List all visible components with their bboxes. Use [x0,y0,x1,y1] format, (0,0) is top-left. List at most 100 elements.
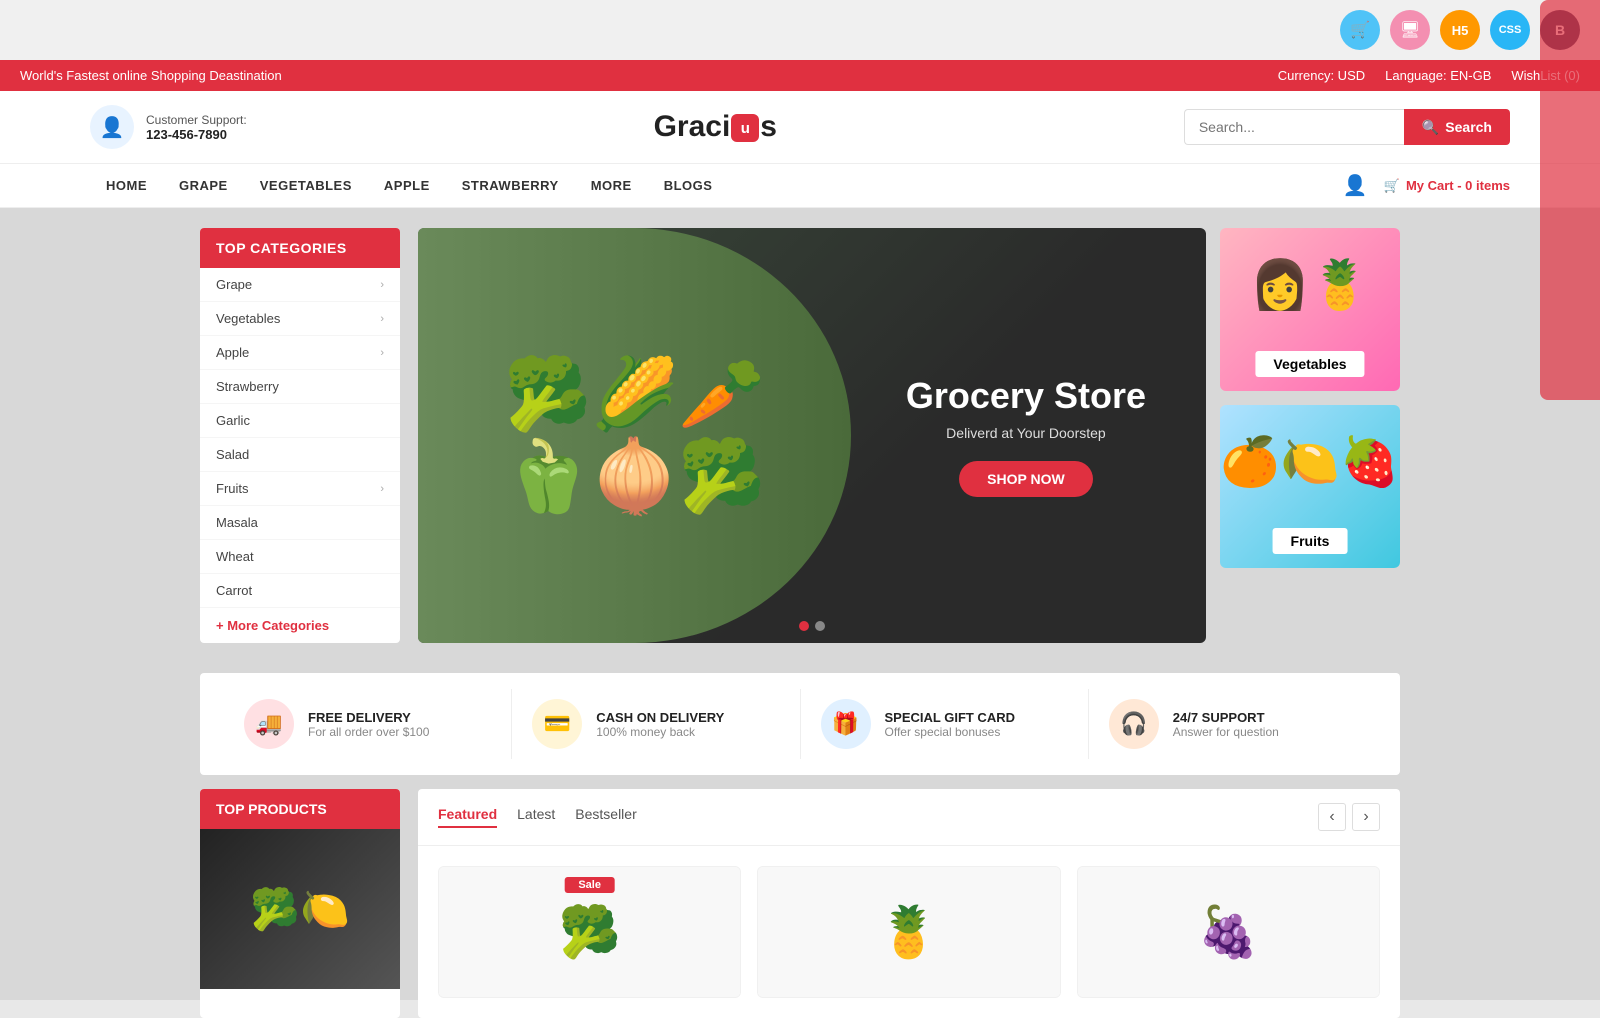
header-left: 👤 Customer Support: 123-456-7890 [90,105,247,149]
sidebar-item-vegetables[interactable]: Vegetables › [200,302,400,336]
more-categories-link[interactable]: + More Categories [200,608,400,643]
products-tabs: Featured Latest Bestseller [438,806,637,828]
chevron-right-icon: › [380,347,384,359]
tab-latest[interactable]: Latest [517,806,555,828]
nav-vegetables[interactable]: VEGETABLES [244,164,368,207]
sidebar-item-label: Masala [216,515,258,530]
search-input[interactable] [1184,109,1404,145]
header: 👤 Customer Support: 123-456-7890 Gracius… [0,91,1600,164]
feature-subtitle: For all order over $100 [308,725,429,739]
hero-title: Grocery Store [906,375,1146,417]
nav-strawberry[interactable]: STRAWBERRY [446,164,575,207]
h5-icon-circle[interactable]: H5 [1440,10,1480,50]
support-text: Customer Support: 123-456-7890 [146,113,247,142]
center-logo[interactable]: Gracius [654,110,777,144]
cart-label: My Cart - 0 items [1406,178,1510,193]
cart-icon-circle[interactable]: 🛒 [1340,10,1380,50]
nav-grape[interactable]: GRAPE [163,164,244,207]
sidebar-title: TOP CATEGORIES [200,228,400,268]
language-selector[interactable]: Language: EN-GB [1385,68,1491,83]
top-bar: World's Fastest online Shopping Deastina… [0,60,1600,91]
sidebar-item-garlic[interactable]: Garlic [200,404,400,438]
sidebar-item-masala[interactable]: Masala [200,506,400,540]
sidebar-item-label: Strawberry [216,379,279,394]
icons-bar: 🛒 🖥 H5 CSS B [0,0,1600,60]
side-decoration-right [1540,0,1600,400]
nav-links: HOME GRAPE VEGETABLES APPLE STRAWBERRY M… [90,164,728,207]
shop-now-button[interactable]: SHOP NOW [959,461,1093,497]
sidebar-item-label: Apple [216,345,249,360]
sidebar-item-fruits[interactable]: Fruits › [200,472,400,506]
prev-tab-button[interactable]: ‹ [1318,803,1346,831]
account-icon[interactable]: 👤 [1343,173,1368,198]
chevron-right-icon: › [380,483,384,495]
nav-home[interactable]: HOME [90,164,163,207]
feature-free-delivery-text: FREE DELIVERY For all order over $100 [308,710,429,739]
sidebar-item-label: Garlic [216,413,250,428]
hero-dot-1[interactable] [799,621,809,631]
features-strip: 🚚 FREE DELIVERY For all order over $100 … [200,673,1400,775]
monitor-icon-circle[interactable]: 🖥 [1390,10,1430,50]
sidebar-item-label: Salad [216,447,249,462]
search-bar: 🔍 Search [1184,109,1510,145]
tab-featured[interactable]: Featured [438,806,497,828]
sidebar-item-strawberry[interactable]: Strawberry [200,370,400,404]
search-button[interactable]: 🔍 Search [1404,109,1510,145]
feature-cash-delivery: 💳 CASH ON DELIVERY 100% money back [512,689,800,759]
sidebar-item-salad[interactable]: Salad [200,438,400,472]
promo-text: World's Fastest online Shopping Deastina… [20,68,282,83]
nav-blogs[interactable]: BLOGS [648,164,729,207]
products-sidebar-title: TOP PRODUCTS [200,789,400,829]
feature-title: SPECIAL GIFT CARD [885,710,1016,725]
sale-badge-1: Sale [564,877,615,893]
feature-subtitle: Answer for question [1173,725,1279,739]
css-icon-circle[interactable]: CSS [1490,10,1530,50]
nav-right: 👤 🛒 My Cart - 0 items [1343,173,1510,198]
banner-fruits-label: Fruits [1273,528,1348,554]
cart-button[interactable]: 🛒 My Cart - 0 items [1384,178,1510,194]
sidebar-item-grape[interactable]: Grape › [200,268,400,302]
feature-gift-text: SPECIAL GIFT CARD Offer special bonuses [885,710,1016,739]
banner-fruits[interactable]: 🍊🍋🍓 Fruits [1220,405,1400,568]
sidebar-item-label: Vegetables [216,311,280,326]
sidebar: TOP CATEGORIES Grape › Vegetables › Appl… [200,228,400,643]
hero-background: 🥦🌽🥕🫑🧅🥦 Grocery Store Deliverd at Your Do… [418,228,1206,643]
cash-delivery-icon: 💳 [532,699,582,749]
main-content: TOP CATEGORIES Grape › Vegetables › Appl… [200,208,1400,663]
product-card-3[interactable]: 🍇 [1077,866,1380,998]
feature-cash-text: CASH ON DELIVERY 100% money back [596,710,724,739]
product-card-2[interactable]: 🍍 [757,866,1060,998]
hero-food-image: 🥦🌽🥕🫑🧅🥦 [418,228,851,643]
hero-area: 🥦🌽🥕🫑🧅🥦 Grocery Store Deliverd at Your Do… [418,228,1400,643]
hero-text: Grocery Store Deliverd at Your Doorstep … [906,375,1146,497]
products-sidebar: TOP PRODUCTS 🥦🍋 [200,789,400,1018]
product-card-1[interactable]: Sale 🥦 [438,866,741,998]
nav-apple[interactable]: APPLE [368,164,446,207]
products-main: Featured Latest Bestseller ‹ › Sale 🥦 🍍 [418,789,1400,1018]
currency-selector[interactable]: Currency: USD [1278,68,1365,83]
products-section: TOP PRODUCTS 🥦🍋 Featured Latest Bestsell… [200,789,1400,1018]
banner-vegetables[interactable]: 👩🍍 Vegetables [1220,228,1400,391]
feature-support: 🎧 24/7 SUPPORT Answer for question [1089,689,1376,759]
support-icon: 👤 [90,105,134,149]
sidebar-item-carrot[interactable]: Carrot [200,574,400,608]
sidebar-item-wheat[interactable]: Wheat [200,540,400,574]
support-label: Customer Support: [146,113,247,127]
nav: HOME GRAPE VEGETABLES APPLE STRAWBERRY M… [0,164,1600,208]
gift-card-icon: 🎁 [821,699,871,749]
feature-support-text: 24/7 SUPPORT Answer for question [1173,710,1279,739]
feature-free-delivery: 🚚 FREE DELIVERY For all order over $100 [224,689,512,759]
banner-fruits-image: 🍊🍋🍓 [1220,405,1400,490]
nav-more[interactable]: MORE [575,164,648,207]
product-image-2: 🍍 [758,867,1059,997]
hero-dots [799,621,825,631]
next-tab-button[interactable]: › [1352,803,1380,831]
top-bar-right: Currency: USD Language: EN-GB WishList (… [1278,68,1580,83]
feature-subtitle: 100% money back [596,725,724,739]
banner-vegetables-image: 👩🍍 [1220,228,1400,313]
tab-bestseller[interactable]: Bestseller [575,806,636,828]
sidebar-item-apple[interactable]: Apple › [200,336,400,370]
product-sidebar-thumb: 🥦🍋 [200,829,400,989]
sidebar-item-label: Grape [216,277,252,292]
hero-dot-2[interactable] [815,621,825,631]
